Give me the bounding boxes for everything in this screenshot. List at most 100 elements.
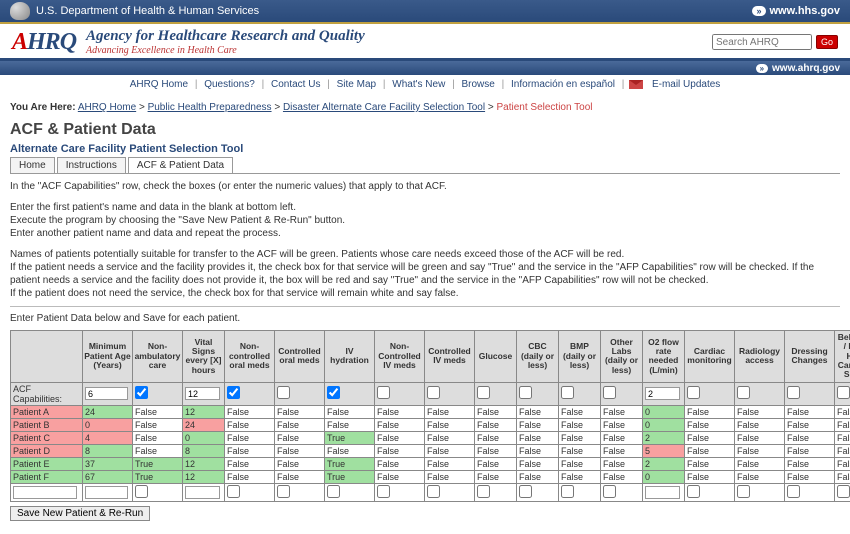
new-cb2-0[interactable]: [687, 485, 700, 498]
patient-civ: False: [425, 418, 475, 431]
new-nonamb: [133, 483, 183, 501]
new-age-input[interactable]: [85, 486, 128, 499]
ahrq-subbar[interactable]: » www.ahrq.gov: [0, 61, 850, 75]
bc-php[interactable]: Public Health Preparedness: [148, 102, 272, 113]
patient-glu: False: [475, 405, 517, 418]
nav-email[interactable]: E-mail Updates: [652, 79, 720, 90]
patient-dre: False: [785, 431, 835, 444]
patient-cor: False: [275, 431, 325, 444]
col-header: CBC (daily or less): [517, 331, 559, 383]
new-cb-3[interactable]: [377, 485, 390, 498]
acf-radiology-checkbox[interactable]: [737, 386, 750, 399]
nav-contact[interactable]: Contact Us: [271, 79, 320, 90]
acf-cardiac-checkbox[interactable]: [687, 386, 700, 399]
patient-vitals: 8: [183, 444, 225, 457]
search-go-button[interactable]: Go: [816, 35, 838, 49]
search-area: Go: [712, 34, 838, 50]
search-input[interactable]: [712, 34, 812, 50]
patient-ivh: True: [325, 431, 375, 444]
new-cb2: [685, 483, 735, 501]
acf-nc_oral-checkbox[interactable]: [227, 386, 240, 399]
new-cb-7[interactable]: [561, 485, 574, 498]
acf-cbc-checkbox[interactable]: [519, 386, 532, 399]
tab-acf-patient-data[interactable]: ACF & Patient Data: [128, 157, 233, 173]
instr-p2: Enter the first patient's name and data …: [10, 202, 296, 213]
col-header: Dressing Changes: [785, 331, 835, 383]
acf-c_iv-checkbox[interactable]: [427, 386, 440, 399]
breadcrumb-label: You Are Here:: [10, 102, 76, 113]
acf-o2-input[interactable]: [645, 387, 680, 400]
new-patient-name-input[interactable]: [13, 486, 77, 499]
tab-instructions[interactable]: Instructions: [57, 157, 126, 173]
patient-cbc: False: [517, 457, 559, 470]
col-header: Other Labs (daily or less): [601, 331, 643, 383]
patient-glu: False: [475, 431, 517, 444]
bc-dacf[interactable]: Disaster Alternate Care Facility Selecti…: [283, 102, 485, 113]
hhs-topbar: U.S. Department of Health & Human Servic…: [0, 0, 850, 22]
patient-civ: False: [425, 444, 475, 457]
new-cb: [225, 483, 275, 501]
patient-car: False: [685, 418, 735, 431]
new-cb2-2[interactable]: [787, 485, 800, 498]
bc-ahrq-home[interactable]: AHRQ Home: [78, 102, 136, 113]
acf-age-input[interactable]: [85, 387, 128, 400]
acf-vitals-input[interactable]: [185, 387, 220, 400]
new-cb2: [835, 483, 850, 501]
acf-nc_iv-checkbox[interactable]: [377, 386, 390, 399]
patient-car: False: [685, 444, 735, 457]
patient-glu: False: [475, 470, 517, 483]
nav-whatsnew[interactable]: What's New: [392, 79, 445, 90]
patient-cor: False: [275, 470, 325, 483]
envelope-icon: [629, 80, 643, 89]
patient-civ: False: [425, 405, 475, 418]
nav-browse[interactable]: Browse: [461, 79, 494, 90]
nav-questions[interactable]: Questions?: [204, 79, 255, 90]
ahrq-logo[interactable]: AHRQ: [12, 29, 76, 56]
save-rerun-button[interactable]: Save New Patient & Re-Run: [10, 506, 150, 521]
new-cb2-1[interactable]: [737, 485, 750, 498]
patient-age: 0: [83, 418, 133, 431]
acf-nonamb-checkbox[interactable]: [135, 386, 148, 399]
new-o2-input[interactable]: [645, 486, 680, 499]
nav-sitemap[interactable]: Site Map: [337, 79, 376, 90]
tab-home[interactable]: Home: [10, 157, 55, 173]
nav-home[interactable]: AHRQ Home: [130, 79, 188, 90]
acf-other-checkbox[interactable]: [603, 386, 616, 399]
new-name: [11, 483, 83, 501]
new-cb-2[interactable]: [327, 485, 340, 498]
patient-rad: False: [735, 444, 785, 457]
patient-vitals: 0: [183, 431, 225, 444]
new-cb-8[interactable]: [603, 485, 616, 498]
new-cb-1[interactable]: [277, 485, 290, 498]
new-cb: [475, 483, 517, 501]
new-cb: [275, 483, 325, 501]
acf-c_oral-checkbox[interactable]: [277, 386, 290, 399]
instr-p5: Names of patients potentially suitable f…: [10, 249, 624, 260]
patient-oth: False: [601, 405, 643, 418]
new-vitals-input[interactable]: [185, 486, 220, 499]
acf-glucose-checkbox[interactable]: [477, 386, 490, 399]
patient-name: Patient D: [11, 444, 83, 457]
acf-dressing: [785, 382, 835, 405]
acf-dressing-checkbox[interactable]: [787, 386, 800, 399]
col-header: Radiology access: [735, 331, 785, 383]
new-cb-4[interactable]: [427, 485, 440, 498]
acf-bmp-checkbox[interactable]: [561, 386, 574, 399]
new-cb-5[interactable]: [477, 485, 490, 498]
new-nonamb-checkbox[interactable]: [135, 485, 148, 498]
col-header: Non-ambulatory care: [133, 331, 183, 383]
nav-espanol[interactable]: Información en español: [511, 79, 615, 90]
patient-beh: False: [835, 431, 850, 444]
new-cb-0[interactable]: [227, 485, 240, 498]
patient-glu: False: [475, 418, 517, 431]
patient-beh: False: [835, 418, 850, 431]
hhs-url: www.hhs.gov: [770, 5, 841, 17]
hhs-link[interactable]: » www.hhs.gov: [752, 5, 840, 17]
patient-data-table: Minimum Patient Age (Years)Non-ambulator…: [10, 330, 850, 502]
instr-p1: In the "ACF Capabilities" row, check the…: [10, 180, 840, 193]
new-cb-6[interactable]: [519, 485, 532, 498]
acf-behavioral-checkbox[interactable]: [837, 386, 850, 399]
acf-iv_hyd-checkbox[interactable]: [327, 386, 340, 399]
patient-amb: True: [133, 470, 183, 483]
new-cb2-3[interactable]: [837, 485, 850, 498]
